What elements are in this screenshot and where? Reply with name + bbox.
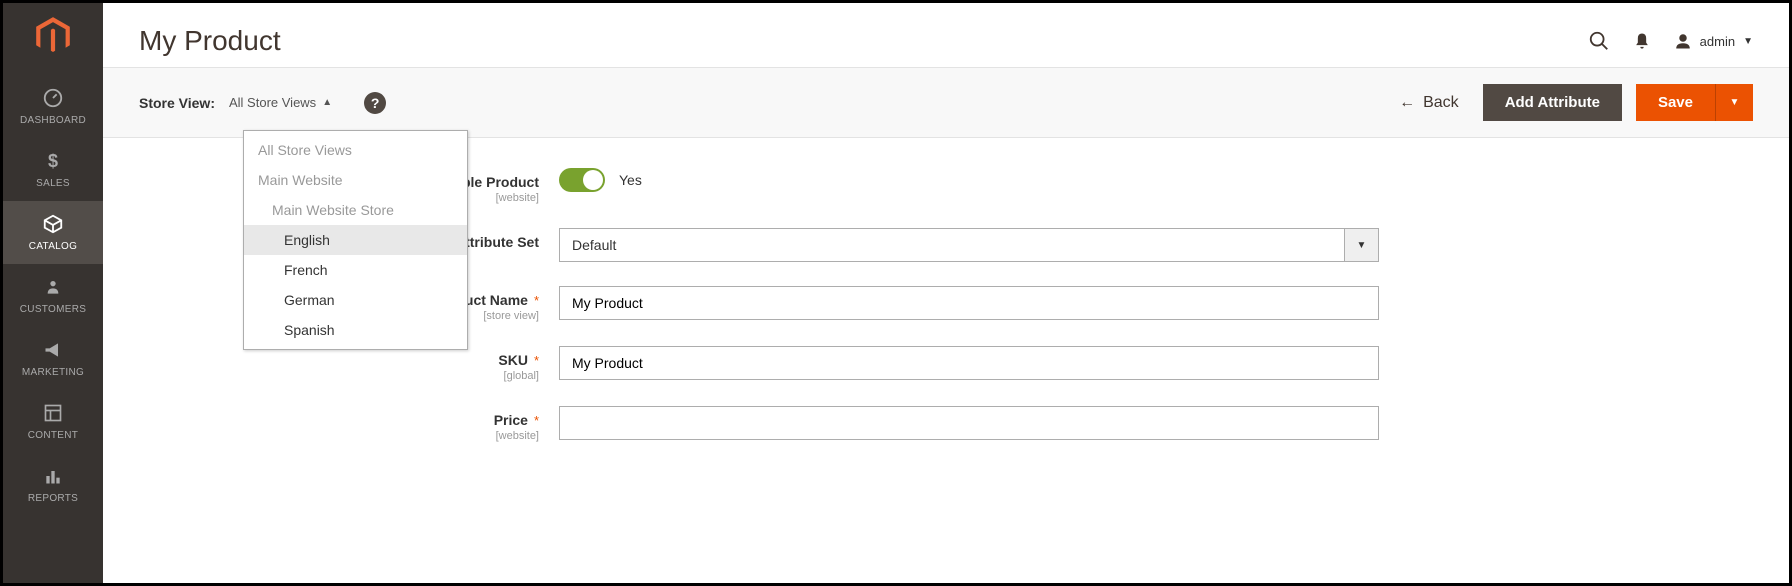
save-split-button: Save ▼ (1636, 84, 1753, 121)
nav-label: REPORTS (28, 493, 78, 504)
dollar-icon: $ (44, 148, 62, 174)
price-label: Price (494, 412, 528, 428)
nav-customers[interactable]: CUSTOMERS (3, 264, 103, 327)
add-attribute-button[interactable]: Add Attribute (1483, 84, 1622, 121)
price-scope: [website] (139, 430, 539, 442)
dropdown-item-french[interactable]: French (244, 255, 467, 285)
nav-dashboard[interactable]: DASHBOARD (3, 75, 103, 138)
box-icon (42, 211, 64, 237)
bell-icon[interactable] (1632, 30, 1652, 52)
page-title: My Product (139, 25, 281, 57)
bar-chart-icon (43, 463, 63, 489)
store-view-dropdown: All Store Views Main Website Main Websit… (243, 130, 468, 350)
dropdown-item-all[interactable]: All Store Views (244, 135, 467, 165)
sku-label: SKU (498, 352, 528, 368)
dropdown-item-spanish[interactable]: Spanish (244, 315, 467, 345)
back-button[interactable]: ← Back (1399, 94, 1459, 112)
nav-reports[interactable]: REPORTS (3, 453, 103, 516)
store-view-label: Store View: (139, 95, 215, 111)
admin-account-menu[interactable]: admin ▼ (1674, 32, 1753, 50)
nav-catalog[interactable]: CATALOG (3, 201, 103, 264)
user-icon (1674, 32, 1692, 50)
nav-label: SALES (36, 178, 70, 189)
nav-label: CONTENT (28, 430, 78, 441)
store-view-switcher[interactable]: All Store Views ▲ (229, 95, 332, 110)
save-button[interactable]: Save (1636, 84, 1715, 121)
required-mark: * (534, 353, 539, 368)
attribute-set-value: Default (559, 228, 1345, 262)
dropdown-item-german[interactable]: German (244, 285, 467, 315)
layout-icon (43, 400, 63, 426)
product-name-input[interactable] (559, 286, 1379, 320)
search-icon[interactable] (1588, 30, 1610, 52)
arrow-left-icon: ← (1399, 94, 1415, 112)
save-dropdown-toggle[interactable]: ▼ (1715, 84, 1753, 121)
topbar: My Product admin ▼ (103, 3, 1789, 67)
dashboard-icon (42, 85, 64, 111)
magento-logo[interactable] (32, 15, 74, 57)
sku-input[interactable] (559, 346, 1379, 380)
person-icon (45, 274, 61, 300)
nav-label: CUSTOMERS (20, 304, 86, 315)
chevron-down-icon: ▼ (1730, 97, 1740, 108)
enable-product-toggle-text: Yes (619, 172, 642, 188)
nav-sales[interactable]: $ SALES (3, 138, 103, 201)
back-label: Back (1423, 94, 1459, 112)
dropdown-item-english[interactable]: English (244, 225, 467, 255)
required-mark: * (534, 293, 539, 308)
chevron-down-icon: ▼ (1743, 36, 1753, 47)
nav-label: DASHBOARD (20, 115, 86, 126)
help-icon[interactable]: ? (364, 92, 386, 114)
megaphone-icon (42, 337, 64, 363)
admin-username: admin (1700, 34, 1735, 49)
attribute-set-select[interactable]: Default ▼ (559, 228, 1379, 262)
dropdown-item-website[interactable]: Main Website (244, 165, 467, 195)
chevron-up-icon: ▲ (322, 97, 332, 108)
price-input[interactable] (559, 406, 1379, 440)
sku-scope: [global] (139, 370, 539, 382)
svg-text:$: $ (48, 151, 58, 171)
dropdown-item-store[interactable]: Main Website Store (244, 195, 467, 225)
enable-product-toggle[interactable] (559, 168, 605, 192)
admin-sidebar: DASHBOARD $ SALES CATALOG CUSTOMERS MARK… (3, 3, 103, 583)
nav-content[interactable]: CONTENT (3, 390, 103, 453)
action-toolbar: Store View: All Store Views ▲ ? All Stor… (103, 67, 1789, 138)
required-mark: * (534, 413, 539, 428)
store-view-current-text: All Store Views (229, 95, 316, 110)
nav-label: MARKETING (22, 367, 84, 378)
nav-marketing[interactable]: MARKETING (3, 327, 103, 390)
chevron-down-icon: ▼ (1345, 228, 1379, 262)
nav-label: CATALOG (29, 241, 77, 252)
